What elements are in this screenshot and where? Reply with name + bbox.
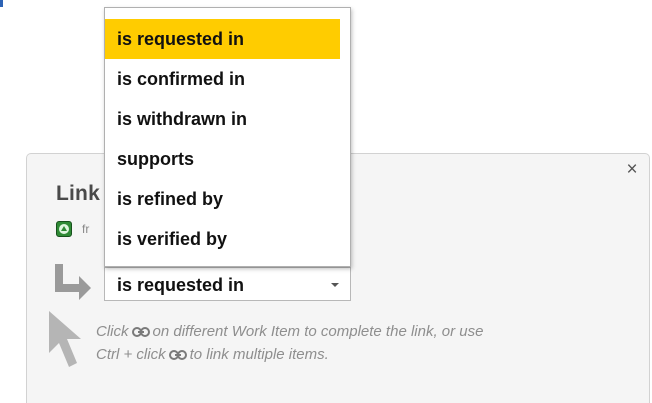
dropdown-option-is-verified-by[interactable]: is verified by	[105, 219, 350, 259]
dropdown-option-is-requested-in[interactable]: is requested in	[105, 19, 340, 59]
dropdown-option-is-refined-by[interactable]: is refined by	[105, 179, 350, 219]
link-arrow-icon	[55, 264, 91, 300]
link-hint-text: Click on different Work Item to complete …	[96, 323, 484, 363]
dropdown-option-supports[interactable]: supports	[105, 139, 350, 179]
relation-select[interactable]: is requested in	[104, 267, 351, 301]
panel-title: Link	[56, 182, 100, 205]
cursor-pointer-icon	[49, 311, 81, 367]
chain-link-icon	[131, 327, 150, 337]
close-icon: ×	[626, 159, 638, 180]
close-button[interactable]: ×	[622, 160, 642, 180]
relation-select-value: is requested in	[117, 275, 245, 295]
source-item-label: fr	[82, 222, 90, 236]
chevron-down-icon	[331, 283, 339, 287]
relation-dropdown-list: is requested in is confirmed in is withd…	[104, 7, 351, 267]
requirement-up-icon	[56, 221, 72, 237]
dropdown-option-is-withdrawn-in[interactable]: is withdrawn in	[105, 99, 350, 139]
edge-marker	[0, 0, 3, 7]
dropdown-option-is-confirmed-in[interactable]: is confirmed in	[105, 59, 350, 99]
chain-link-icon	[168, 350, 187, 360]
